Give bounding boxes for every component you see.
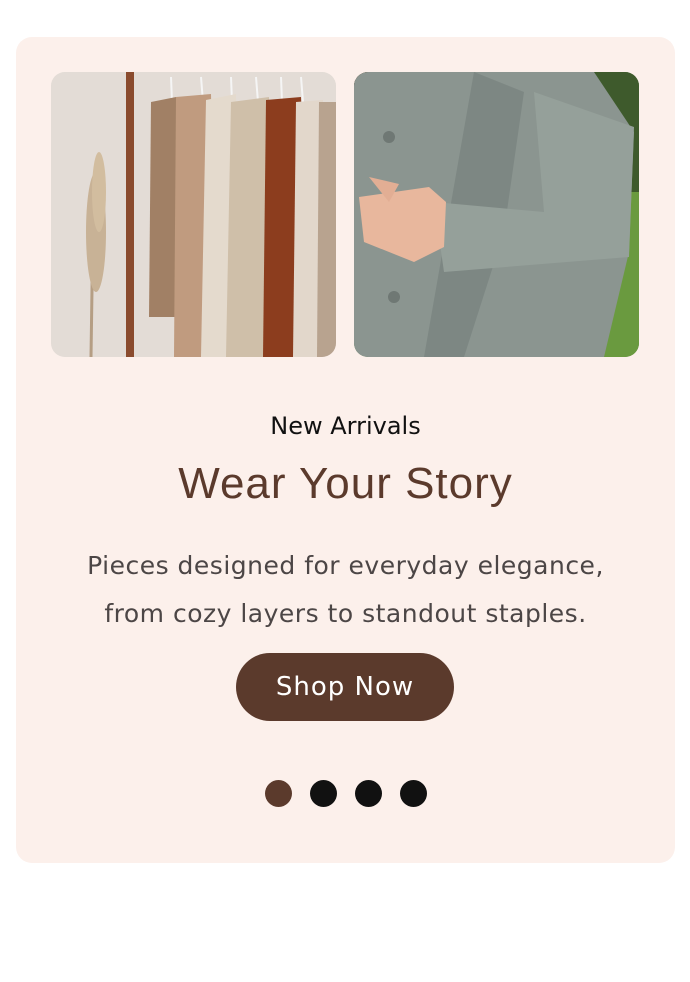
carousel-dot-2[interactable] (309, 780, 337, 807)
description-line-1: Pieces designed for everyday elegance, (87, 551, 604, 580)
promo-card: New Arrivals Wear Your Story Pieces desi… (16, 37, 675, 863)
carousel-dot-1[interactable] (264, 780, 292, 807)
carousel-dot-4[interactable] (399, 780, 427, 807)
carousel-dot-3[interactable] (354, 780, 382, 807)
page-title: Wear Your Story (178, 459, 513, 508)
section-eyebrow: New Arrivals (270, 412, 421, 440)
description: Pieces designed for everyday elegance, f… (46, 542, 645, 638)
clothing-rack-image (51, 72, 336, 357)
shop-now-button[interactable]: Shop Now (236, 653, 454, 721)
carousel-pagination (16, 780, 675, 807)
coat-model-image (354, 72, 639, 357)
description-line-2: from cozy layers to standout staples. (104, 599, 587, 628)
